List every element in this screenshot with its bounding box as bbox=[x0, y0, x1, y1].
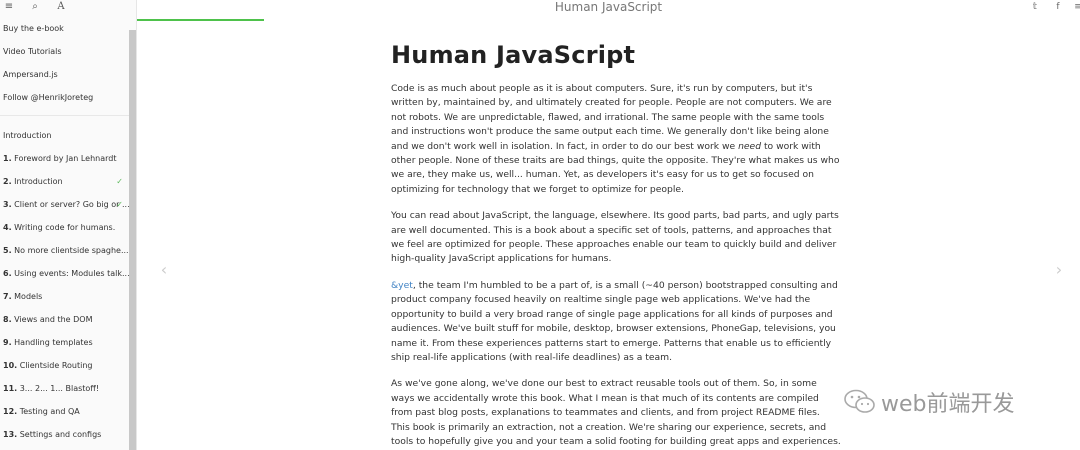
sidebar-link-label: Follow @HenrikJoreteg bbox=[3, 93, 94, 102]
sidebar-chapter[interactable]: 11. 3... 2... 1... Blastoff! bbox=[0, 383, 129, 406]
chapter-label: Handling templates bbox=[14, 338, 93, 347]
sidebar-toolbar: ≡ ⌕ A bbox=[0, 0, 136, 14]
sidebar-chapter[interactable]: 9. Handling templates bbox=[0, 337, 129, 360]
article: Human JavaScript Code is as much about p… bbox=[391, 40, 841, 449]
sidebar-chapter[interactable]: 1. Foreword by Jan Lehnardt bbox=[0, 153, 129, 176]
share-icon[interactable]: ≡ bbox=[1072, 1, 1080, 13]
chapter-label: 3... 2... 1... Blastoff! bbox=[19, 384, 100, 393]
check-icon: ✓ bbox=[116, 177, 123, 186]
book-title: Human JavaScript bbox=[554, 0, 663, 14]
sidebar: ≡ ⌕ A Buy the e-book Video Tutorials Amp… bbox=[0, 0, 137, 450]
sidebar-chapter[interactable]: 5. No more clientside spaghe... bbox=[0, 245, 129, 268]
sidebar-nav: Buy the e-book Video Tutorials Ampersand… bbox=[0, 14, 136, 450]
sidebar-chapter[interactable]: 8. Views and the DOM bbox=[0, 314, 129, 337]
chapter-number: 3. bbox=[3, 200, 12, 209]
sidebar-link-label: Buy the e-book bbox=[3, 24, 64, 33]
chapter-label: Using events: Modules talk... bbox=[14, 269, 129, 278]
sidebar-link-follow[interactable]: Follow @HenrikJoreteg bbox=[0, 92, 129, 115]
chapter-label: Testing and QA bbox=[19, 407, 80, 416]
sidebar-chapter[interactable]: 3. Client or server? Go big or ... ✓ bbox=[0, 199, 129, 222]
check-icon: ✓ bbox=[116, 200, 123, 209]
chapter-number: 7. bbox=[3, 292, 12, 301]
watermark-text: web前端开发 bbox=[881, 392, 1015, 417]
chapter-number: 8. bbox=[3, 315, 12, 324]
search-icon[interactable]: ⌕ bbox=[29, 1, 41, 13]
chapter-label: Models bbox=[14, 292, 43, 301]
sidebar-link-label: Video Tutorials bbox=[3, 47, 62, 56]
sidebar-chapter[interactable]: 7. Models bbox=[0, 291, 129, 314]
prev-page-chevron-icon[interactable]: ‹ bbox=[158, 260, 170, 279]
sidebar-link-buy-ebook[interactable]: Buy the e-book bbox=[0, 23, 129, 46]
article-paragraph-1: Code is as much about people as it is ab… bbox=[391, 82, 841, 197]
reading-progress-bar bbox=[137, 19, 265, 21]
chapter-number: 5. bbox=[3, 246, 12, 255]
chapter-label: No more clientside spaghe... bbox=[14, 246, 129, 255]
chapter-number: 6. bbox=[3, 269, 12, 278]
sidebar-link-video-tutorials[interactable]: Video Tutorials bbox=[0, 46, 129, 69]
article-heading: Human JavaScript bbox=[391, 41, 636, 69]
wechat-icon bbox=[844, 389, 875, 413]
article-paragraph-3: &yet, the team I'm humbled to be a part … bbox=[391, 279, 841, 365]
menu-icon[interactable]: ≡ bbox=[3, 1, 15, 13]
chapter-label: Views and the DOM bbox=[14, 315, 93, 324]
next-page-chevron-icon[interactable]: › bbox=[1053, 260, 1065, 279]
sidebar-section-introduction[interactable]: Introduction bbox=[0, 130, 129, 153]
chapter-label: Foreword by Jan Lehnardt bbox=[14, 154, 117, 163]
watermark: web前端开发 bbox=[843, 386, 1015, 418]
book-header: Human JavaScript 𝕥 f ≡ bbox=[137, 0, 1080, 21]
sidebar-scrollbar[interactable] bbox=[129, 30, 136, 450]
sidebar-link-ampersand[interactable]: Ampersand.js bbox=[0, 69, 129, 92]
sidebar-chapter[interactable]: 12. Testing and QA bbox=[0, 406, 129, 429]
emphasis-text: need bbox=[738, 140, 762, 152]
sidebar-chapter[interactable]: 10. Clientside Routing bbox=[0, 360, 129, 383]
chapter-number: 9. bbox=[3, 338, 12, 347]
facebook-icon[interactable]: f bbox=[1052, 1, 1064, 13]
sidebar-chapter[interactable]: 4. Writing code for humans. bbox=[0, 222, 129, 245]
chapter-label: Introduction bbox=[14, 177, 63, 186]
article-paragraph-4: As we've gone along, we've done our best… bbox=[391, 378, 841, 447]
sidebar-chapter[interactable]: 6. Using events: Modules talk... bbox=[0, 268, 129, 291]
font-settings-icon[interactable]: A bbox=[55, 1, 67, 13]
chapter-number: 2. bbox=[3, 177, 12, 186]
sidebar-chapter[interactable]: 13. Settings and configs bbox=[0, 429, 129, 450]
article-paragraph-2: You can read about JavaScript, the langu… bbox=[391, 210, 839, 265]
chapter-number: 12. bbox=[3, 407, 18, 416]
andyet-link[interactable]: &yet bbox=[391, 280, 413, 291]
chapter-label: Clientside Routing bbox=[19, 361, 93, 370]
sidebar-divider bbox=[0, 115, 129, 116]
chapter-number: 10. bbox=[3, 361, 18, 370]
chapter-label: Writing code for humans. bbox=[14, 223, 116, 232]
chapter-number: 13. bbox=[3, 430, 18, 439]
twitter-icon[interactable]: 𝕥 bbox=[1029, 1, 1041, 13]
sidebar-chapter[interactable]: 2. Introduction ✓ bbox=[0, 176, 129, 199]
paragraph-text: , the team I'm humbled to be a part of, … bbox=[391, 279, 838, 363]
chapter-label: Client or server? Go big or ... bbox=[14, 200, 129, 209]
chapter-number: 11. bbox=[3, 384, 18, 393]
chapter-number: 1. bbox=[3, 154, 12, 163]
sidebar-section-label: Introduction bbox=[3, 131, 52, 140]
chapter-label: Settings and configs bbox=[19, 430, 102, 439]
sidebar-link-label: Ampersand.js bbox=[3, 70, 58, 79]
chapter-number: 4. bbox=[3, 223, 12, 232]
